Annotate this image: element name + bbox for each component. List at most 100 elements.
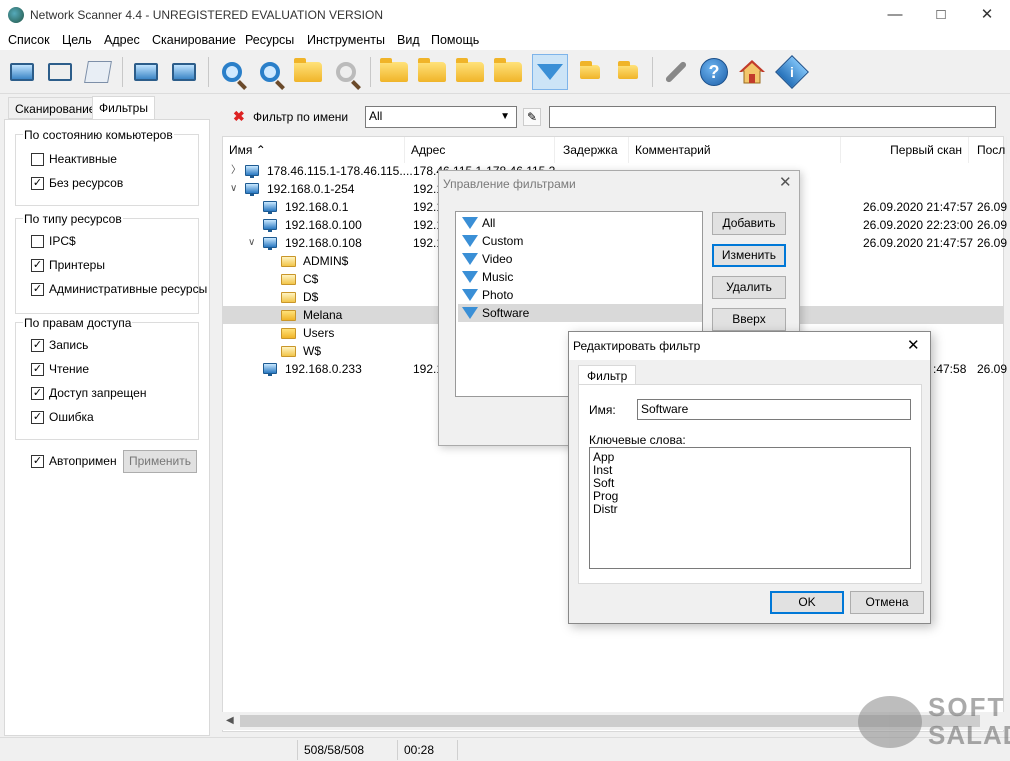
tree-expand-icon[interactable] — [572, 54, 608, 90]
menu-resources[interactable]: Ресурсы — [245, 33, 294, 47]
delete-folder-icon[interactable] — [452, 54, 488, 90]
edit-filter-dialog: Редактировать фильтр ✕ Фильтр Имя: Softw… — [568, 331, 931, 624]
checkbox-box[interactable]: ✓ — [31, 338, 44, 352]
change-filter-button[interactable]: Изменить — [712, 244, 786, 267]
filter-bar: ✖ Фильтр по имени All ▼ ✎ — [221, 99, 1006, 133]
keywords-textarea[interactable]: App Inst Soft Prog Distr — [589, 447, 911, 569]
list-item[interactable]: Custom — [458, 232, 702, 250]
info-icon[interactable]: i — [774, 54, 810, 90]
filter-icon — [462, 217, 478, 229]
checkbox-box[interactable] — [31, 152, 44, 166]
checkbox-box[interactable]: ✓ — [31, 282, 44, 296]
add-computer-icon[interactable] — [4, 54, 40, 90]
checkbox-box[interactable]: ✓ — [31, 386, 44, 400]
checkbox-box[interactable]: ✓ — [31, 176, 44, 190]
filter-icon — [462, 253, 478, 265]
list-item[interactable]: Video — [458, 250, 702, 268]
checkbox-box[interactable]: ✓ — [31, 258, 44, 272]
checkbox-write[interactable]: ✓ Запись — [31, 338, 88, 352]
column-header-address[interactable]: Адрес — [405, 137, 555, 163]
close-icon[interactable]: ✕ — [907, 336, 920, 354]
apply-button[interactable]: Применить — [123, 450, 197, 473]
filter-text-input[interactable] — [549, 106, 996, 128]
add-filter-button[interactable]: Добавить — [712, 212, 786, 235]
left-panel: Сканирование Фильтры По состоянию комьют… — [4, 96, 210, 737]
computer-icon — [245, 183, 259, 196]
open-folder-icon[interactable] — [376, 54, 412, 90]
filter-icon[interactable] — [532, 54, 568, 90]
column-header-name[interactable]: Имя ⌃ — [223, 137, 405, 163]
minimize-button[interactable]: — — [872, 0, 918, 30]
close-icon[interactable]: ✕ — [779, 173, 792, 191]
menu-scanning[interactable]: Сканирование — [152, 33, 236, 47]
list-item[interactable]: Software — [458, 304, 702, 322]
filter-select[interactable]: All ▼ — [365, 106, 517, 128]
move-up-button[interactable]: Вверх — [712, 308, 786, 331]
home-icon[interactable] — [734, 54, 770, 90]
rescan-icon[interactable] — [290, 54, 326, 90]
tab-filters[interactable]: Фильтры — [92, 96, 155, 120]
add-ip-icon[interactable] — [42, 54, 78, 90]
scan-icon[interactable] — [214, 54, 250, 90]
menu-list[interactable]: Список — [8, 33, 50, 47]
column-header-first-scan[interactable]: Первый скан — [841, 137, 969, 163]
checkbox-admin-resources[interactable]: ✓ Административные ресурсы — [31, 282, 207, 296]
checkbox-inactive[interactable]: Неактивные — [31, 152, 117, 166]
watermark-text-2: SALAD — [928, 720, 1010, 750]
checkbox-box[interactable]: ✓ — [31, 362, 44, 376]
find-folder-icon[interactable] — [490, 54, 526, 90]
group-title: По правам доступа — [23, 316, 133, 330]
column-header-last-scan[interactable]: Посл — [971, 137, 1007, 163]
edit-filters-icon[interactable]: ✎ — [523, 108, 541, 126]
close-button[interactable]: ✕ — [964, 0, 1010, 30]
help-icon[interactable]: ? — [696, 54, 732, 90]
list-item[interactable]: Photo — [458, 286, 702, 304]
checkbox-no-resources[interactable]: ✓ Без ресурсов — [31, 176, 123, 190]
column-header-comment[interactable]: Комментарий — [629, 137, 841, 163]
menu-view[interactable]: Вид — [397, 33, 420, 47]
checkbox-read[interactable]: ✓ Чтение — [31, 362, 89, 376]
menu-target[interactable]: Цель — [62, 33, 92, 47]
add-list-icon[interactable] — [80, 54, 116, 90]
column-header-latency[interactable]: Задержка — [557, 137, 629, 163]
computer-icon — [263, 237, 277, 250]
splitter[interactable] — [212, 97, 218, 737]
close-filter-icon[interactable]: ✖ — [233, 108, 245, 125]
checkbox-box[interactable]: ✓ — [31, 410, 44, 424]
dialog-title: Редактировать фильтр — [573, 339, 701, 353]
settings-wrench-icon[interactable] — [658, 54, 694, 90]
filter-icon — [462, 289, 478, 301]
status-time: 00:28 — [398, 740, 458, 760]
remove-computer-icon[interactable] — [166, 54, 202, 90]
stop-scan-icon[interactable] — [328, 54, 364, 90]
checkbox-ipc[interactable]: IPC$ — [31, 234, 76, 248]
scan-selected-icon[interactable] — [252, 54, 288, 90]
maximize-button[interactable]: □ — [918, 0, 964, 30]
name-input[interactable]: Software — [637, 399, 911, 420]
menu-tools[interactable]: Инструменты — [307, 33, 385, 47]
tab-scanning[interactable]: Сканирование — [8, 97, 103, 119]
checkbox-printers[interactable]: ✓ Принтеры — [31, 258, 105, 272]
watermark-text-1: SOFT — [928, 692, 1006, 722]
list-item[interactable]: Music — [458, 268, 702, 286]
cancel-button[interactable]: Отмена — [850, 591, 924, 614]
checkbox-access-denied[interactable]: ✓ Доступ запрещен — [31, 386, 146, 400]
scroll-left-icon[interactable]: ◀ — [226, 715, 234, 726]
checkbox-box[interactable]: ✓ — [31, 454, 44, 468]
delete-filter-button[interactable]: Удалить — [712, 276, 786, 299]
checkbox-auto-apply[interactable]: ✓ Автопримен — [31, 454, 117, 468]
list-item[interactable]: All — [458, 214, 702, 232]
menu-address[interactable]: Адрес — [104, 33, 140, 47]
computer-icon — [263, 201, 277, 214]
group-title: По состоянию комьютеров — [23, 128, 174, 142]
checkbox-error[interactable]: ✓ Ошибка — [31, 410, 94, 424]
tree-collapse-icon[interactable] — [610, 54, 646, 90]
edit-folder-icon[interactable] — [414, 54, 450, 90]
menu-help[interactable]: Помощь — [431, 33, 479, 47]
checkbox-box[interactable] — [31, 234, 44, 248]
computer-icon — [245, 165, 259, 178]
window-title: Network Scanner 4.4 - UNREGISTERED EVALU… — [30, 8, 383, 22]
ok-button[interactable]: OK — [770, 591, 844, 614]
edit-computer-icon[interactable] — [128, 54, 164, 90]
group-computer-state — [15, 134, 199, 206]
